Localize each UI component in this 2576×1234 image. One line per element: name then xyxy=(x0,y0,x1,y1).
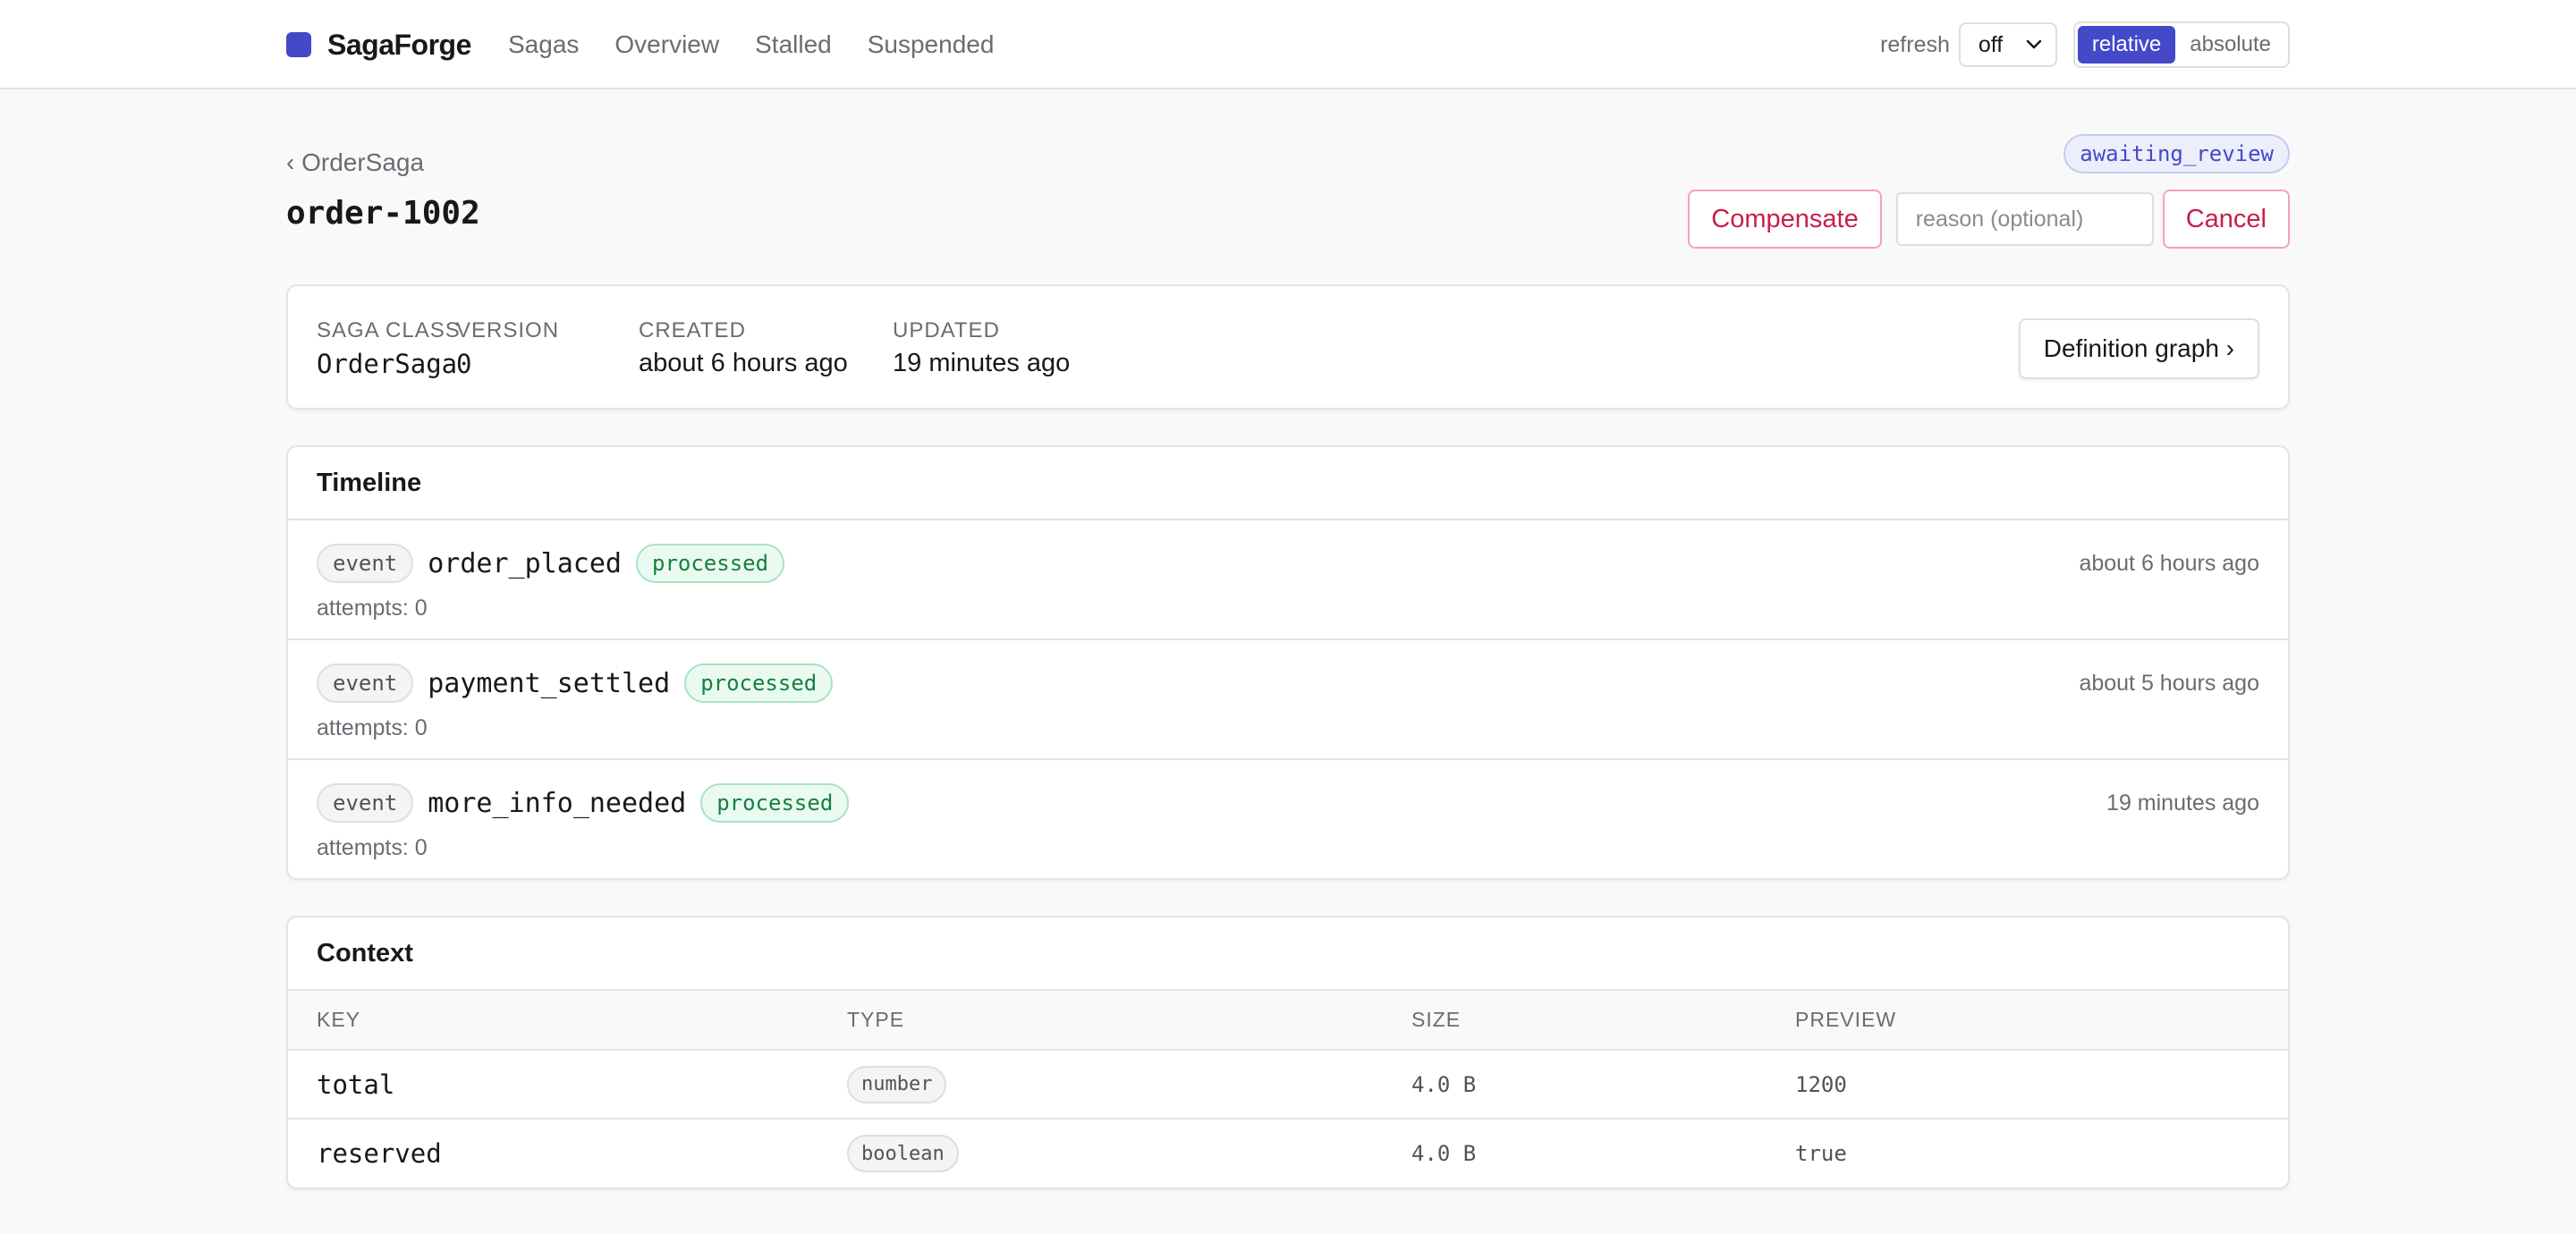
entry-attempts: attempts: 0 xyxy=(317,835,428,860)
status-badge: awaiting_review xyxy=(2063,134,2290,173)
reason-input[interactable] xyxy=(1895,192,2154,246)
type-badge: boolean xyxy=(847,1135,959,1172)
column-header-size: SIZE xyxy=(1411,991,1795,1051)
entry-name: more_info_needed xyxy=(428,787,687,819)
entry-name: payment_settled xyxy=(428,667,671,699)
cell-type: boolean xyxy=(847,1119,1411,1188)
breadcrumb-back-link[interactable]: ‹ OrderSaga xyxy=(286,148,424,177)
nav-item-overview[interactable]: Overview xyxy=(614,30,719,59)
nav-item-sagas[interactable]: Sagas xyxy=(508,30,579,59)
cell-size: 4.0 B xyxy=(1411,1050,1795,1120)
view-controls: refresh off relative absolute xyxy=(1880,0,2290,89)
time-mode-toggle: relative absolute xyxy=(2072,21,2290,68)
meta-value: 19 minutes ago xyxy=(893,349,1071,377)
page-title: order-1002 xyxy=(286,195,480,232)
definition-graph-button[interactable]: Definition graph › xyxy=(2018,318,2259,379)
table-header-row: KEY TYPE SIZE PREVIEW xyxy=(288,991,2288,1051)
nav-item-stalled[interactable]: Stalled xyxy=(755,30,832,59)
column-header-type: TYPE xyxy=(847,991,1411,1051)
entry-status-badge: processed xyxy=(684,663,834,703)
column-header-key: KEY xyxy=(288,991,847,1051)
meta-updated: UPDATED 19 minutes ago xyxy=(893,318,1070,378)
chevron-down-icon xyxy=(2026,39,2042,49)
main-nav: Sagas Overview Stalled Suspended xyxy=(508,0,1030,89)
timeline-entry-header: event more_info_needed processed xyxy=(317,783,850,823)
cancel-button[interactable]: Cancel xyxy=(2162,190,2290,249)
timeline-entry-header: event order_placed processed xyxy=(317,544,785,583)
entry-time: 19 minutes ago xyxy=(2106,790,2259,816)
table-row[interactable]: reserved boolean 4.0 B true xyxy=(288,1119,2288,1188)
brand-logo-icon xyxy=(286,32,311,57)
cell-preview: 1200 xyxy=(1795,1050,2288,1120)
entry-time: about 5 hours ago xyxy=(2079,671,2259,696)
context-card: Context KEY TYPE SIZE PREVIEW total numb… xyxy=(286,916,2290,1189)
meta-value: 0 xyxy=(456,349,472,379)
entry-attempts: attempts: 0 xyxy=(317,596,428,621)
timeline-entry: event payment_settled processed attempts… xyxy=(288,640,2288,760)
timeline-card: Timeline event order_placed processed at… xyxy=(286,445,2290,880)
cell-type: number xyxy=(847,1050,1411,1120)
meta-value: OrderSaga xyxy=(317,349,458,379)
saga-actions: Compensate Cancel xyxy=(1688,190,2290,249)
meta-created: CREATED about 6 hours ago xyxy=(639,318,848,378)
entry-status-badge: processed xyxy=(700,783,850,823)
refresh-select[interactable]: off xyxy=(1958,22,2057,67)
entry-status-badge: processed xyxy=(636,544,785,583)
table-row[interactable]: total number 4.0 B 1200 xyxy=(288,1050,2288,1120)
entry-time: about 6 hours ago xyxy=(2079,551,2259,576)
saga-summary-card: SAGA CLASS OrderSaga VERSION 0 CREATED a… xyxy=(286,284,2290,410)
entry-kind-badge: event xyxy=(317,783,414,823)
timeline-title: Timeline xyxy=(288,447,2288,520)
meta-label: CREATED xyxy=(639,318,746,342)
entry-kind-badge: event xyxy=(317,544,414,583)
meta-label: UPDATED xyxy=(893,318,1000,342)
app-name: SagaForge xyxy=(327,28,471,61)
brand[interactable]: SagaForge xyxy=(286,0,471,89)
refresh-select-value: off xyxy=(1978,31,2004,57)
meta-saga-class: SAGA CLASS OrderSaga xyxy=(317,318,461,379)
nav-item-suspended[interactable]: Suspended xyxy=(868,30,995,59)
cell-key: reserved xyxy=(317,1138,442,1169)
type-badge: number xyxy=(847,1065,947,1103)
meta-label: SAGA CLASS xyxy=(317,318,461,342)
entry-attempts: attempts: 0 xyxy=(317,715,428,740)
compensate-button[interactable]: Compensate xyxy=(1688,190,1882,249)
timeline-entry: event order_placed processed attempts: 0… xyxy=(288,520,2288,640)
time-mode-relative-button[interactable]: relative xyxy=(2077,26,2176,63)
top-navigation-bar: SagaForge Sagas Overview Stalled Suspend… xyxy=(0,0,2576,89)
entry-kind-badge: event xyxy=(317,663,414,703)
context-table: KEY TYPE SIZE PREVIEW total number 4.0 B… xyxy=(288,991,2288,1188)
cell-preview: true xyxy=(1795,1141,1847,1166)
timeline-entry-header: event payment_settled processed xyxy=(317,663,834,703)
timeline-entry: event more_info_needed processed attempt… xyxy=(288,760,2288,878)
meta-version: VERSION 0 xyxy=(456,318,559,379)
context-title: Context xyxy=(288,917,2288,991)
entry-name: order_placed xyxy=(428,547,622,579)
meta-label: VERSION xyxy=(456,318,560,342)
meta-value: about 6 hours ago xyxy=(639,349,848,377)
column-header-preview: PREVIEW xyxy=(1795,991,2288,1051)
cell-key: total xyxy=(288,1050,847,1120)
refresh-label: refresh xyxy=(1880,31,1950,57)
cell-size: 4.0 B xyxy=(1411,1141,1477,1166)
time-mode-absolute-button[interactable]: absolute xyxy=(2175,26,2285,63)
